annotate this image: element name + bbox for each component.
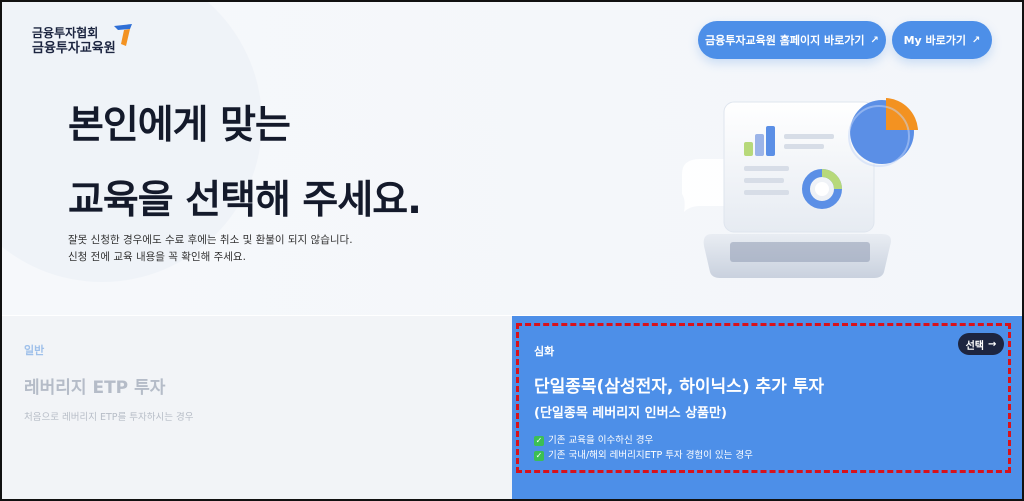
screenshot-frame xyxy=(0,0,1024,501)
